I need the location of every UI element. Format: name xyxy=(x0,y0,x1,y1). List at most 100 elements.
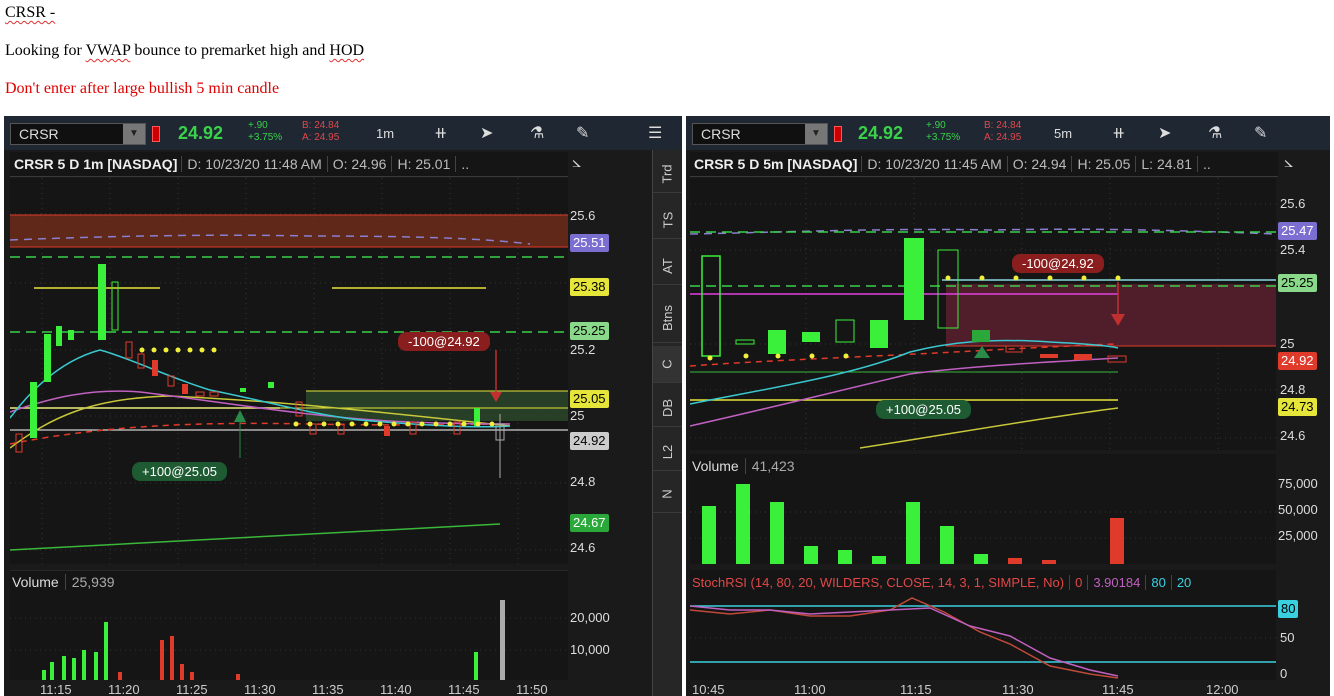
left-buy-order[interactable]: +100@25.05 xyxy=(132,462,228,481)
right-tick: 24.6 xyxy=(1280,428,1306,443)
note-hod: HOD xyxy=(329,42,365,59)
left-tick: 25 xyxy=(570,408,585,423)
right-tag-vwap-upper: 25.47 xyxy=(1278,222,1317,240)
left-sell-order[interactable]: -100@24.92 xyxy=(398,332,490,351)
right-volume-header: Volume 41,423 xyxy=(692,458,795,474)
right-tag-ema: 24.73 xyxy=(1278,398,1317,416)
right-study-icon[interactable]: ⚗ xyxy=(1208,123,1222,143)
right-toolbar: CRSR ▼ 24.92 +.90 +3.75% B: 24.84 A: 24.95 … xyxy=(686,116,1330,150)
left-vol-tick: 10,000 xyxy=(570,642,610,657)
right-chart-panel: CRSR ▼ 24.92 +.90 +3.75% B: 24.84 A: 24.95 … xyxy=(686,116,1330,696)
right-change: +.90 +3.75% xyxy=(926,120,961,143)
note-vwap: VWAP xyxy=(85,42,131,59)
right-style-icon[interactable]: ⧺ xyxy=(1112,123,1125,143)
left-time-tick: 11:45 xyxy=(448,682,480,696)
right-price-chart[interactable] xyxy=(690,178,1276,450)
note-plan-mid: bounce to premarket high and xyxy=(130,42,330,59)
left-drawing-icon[interactable]: ✎ xyxy=(576,123,589,143)
chevron-down-icon[interactable]: ▼ xyxy=(805,124,827,144)
left-style-icon[interactable]: ⧺ xyxy=(434,123,447,143)
right-stoch-tick: 50 xyxy=(1280,630,1295,645)
right-stoch-tick: 0 xyxy=(1280,666,1288,681)
left-header-high: H: 25.01 xyxy=(391,156,456,172)
right-header-more: .. xyxy=(1197,156,1216,172)
left-header-more: .. xyxy=(455,156,475,172)
right-stoch-tag: 80 xyxy=(1278,600,1299,618)
left-time-tick: 11:35 xyxy=(312,682,344,696)
right-bid-ask: B: 24.84 A: 24.95 xyxy=(984,120,1022,143)
left-tag-last: 24.92 xyxy=(570,432,609,450)
left-tick: 24.8 xyxy=(570,474,596,489)
sidebar-item-db[interactable]: DB xyxy=(653,390,682,427)
right-header-title: CRSR 5 D 5m [NASDAQ] xyxy=(694,156,858,172)
left-time-tick: 11:20 xyxy=(108,682,140,696)
left-tag-green-line: 25.25 xyxy=(570,322,609,340)
left-time-tick: 11:30 xyxy=(244,682,276,696)
sidebar-item-l2[interactable]: L2 xyxy=(653,434,682,471)
right-cursor-icon[interactable]: ➤ xyxy=(1158,123,1171,143)
sidebar-item-c[interactable]: C xyxy=(653,346,682,383)
right-time-tick: 12:00 xyxy=(1206,682,1239,696)
left-chart-settings-icon[interactable]: ⦣ xyxy=(572,154,581,172)
right-chart-header: CRSR 5 D 5m [NASDAQ] D: 10/23/20 11:45 AM… xyxy=(690,152,1278,177)
right-aggregation[interactable]: 5m xyxy=(1054,126,1072,141)
left-chart-header: CRSR 5 D 1m [NASDAQ] D: 10/23/20 11:48 AM… xyxy=(10,152,568,177)
right-vol-tick: 50,000 xyxy=(1278,502,1318,517)
sidebar-item-n[interactable]: N xyxy=(653,476,682,513)
left-symbol-input[interactable]: CRSR ▼ xyxy=(10,123,146,145)
right-link-icon[interactable] xyxy=(834,126,842,142)
left-vol-tick: 20,000 xyxy=(570,610,610,625)
right-tick: 25.6 xyxy=(1280,196,1306,211)
left-aggregation[interactable]: 1m xyxy=(376,126,394,141)
right-time-tick: 11:45 xyxy=(1102,682,1134,696)
right-tick: 25 xyxy=(1280,336,1295,351)
sidebar-item-at[interactable]: AT xyxy=(653,248,682,285)
left-time-tick: 11:15 xyxy=(40,682,72,696)
right-last-price: 24.92 xyxy=(858,123,904,143)
right-symbol-input[interactable]: CRSR ▼ xyxy=(692,123,828,145)
right-drawing-icon[interactable]: ✎ xyxy=(1254,123,1267,143)
note-title: CRSR - xyxy=(5,4,55,22)
left-price-chart[interactable] xyxy=(10,178,568,564)
right-header-low: L: 24.81 xyxy=(1135,156,1197,172)
left-volume-header: Volume 25,939 xyxy=(12,574,115,590)
left-time-tick: 11:50 xyxy=(516,682,548,696)
left-tick: 25.2 xyxy=(570,342,596,357)
note-symbol: CRSR - xyxy=(5,4,56,21)
left-bid-ask: B: 24.84 A: 24.95 xyxy=(302,120,340,143)
right-tag-green-line: 25.25 xyxy=(1278,274,1317,292)
right-header-high: H: 25.05 xyxy=(1071,156,1136,172)
left-tag-vwap-upper: 25.51 xyxy=(570,234,609,252)
left-time-tick: 11:25 xyxy=(176,682,208,696)
right-time-tick: 10:45 xyxy=(692,682,725,696)
left-cursor-icon[interactable]: ➤ xyxy=(480,123,493,143)
right-tag-last: 24.92 xyxy=(1278,352,1317,370)
right-chart-settings-icon[interactable]: ⦣ xyxy=(1284,154,1293,172)
note-plan: Looking for VWAP bounce to premarket hig… xyxy=(5,42,364,60)
left-tag-premarket-high: 25.38 xyxy=(570,278,609,296)
right-vol-tick: 75,000 xyxy=(1278,476,1318,491)
left-time-tick: 11:40 xyxy=(380,682,412,696)
left-last-price: 24.92 xyxy=(178,123,224,143)
chevron-down-icon[interactable]: ▼ xyxy=(123,124,145,144)
left-toolbar: CRSR ▼ 24.92 +.90 +3.75% B: 24.84 A: 24.95 … xyxy=(4,116,682,150)
left-tag-ema: 24.67 xyxy=(570,514,609,532)
left-header-open: O: 24.96 xyxy=(326,156,392,172)
sidebar-item-ts[interactable]: TS xyxy=(653,202,682,239)
left-tick: 24.6 xyxy=(570,540,596,555)
right-tick: 24.8 xyxy=(1280,382,1306,397)
left-header-date: D: 10/23/20 11:48 AM xyxy=(181,156,327,172)
left-link-icon[interactable] xyxy=(152,126,160,142)
sidebar-item-btns[interactable]: Btns xyxy=(653,294,682,343)
left-header-title: CRSR 5 D 1m [NASDAQ] xyxy=(14,156,178,172)
right-header-open: O: 24.94 xyxy=(1006,156,1072,172)
left-change: +.90 +3.75% xyxy=(248,120,283,143)
left-chart-panel: CRSR ▼ 24.92 +.90 +3.75% B: 24.84 A: 24.95 … xyxy=(4,116,682,696)
left-menu-icon[interactable]: ☰ xyxy=(648,123,662,143)
right-sell-order[interactable]: -100@24.92 xyxy=(1012,254,1104,273)
right-buy-order[interactable]: +100@25.05 xyxy=(876,400,972,419)
left-study-icon[interactable]: ⚗ xyxy=(530,123,544,143)
sidebar-item-trd[interactable]: Trd xyxy=(653,156,682,193)
right-vol-tick: 25,000 xyxy=(1278,528,1318,543)
left-tag-entry: 25.05 xyxy=(570,390,609,408)
